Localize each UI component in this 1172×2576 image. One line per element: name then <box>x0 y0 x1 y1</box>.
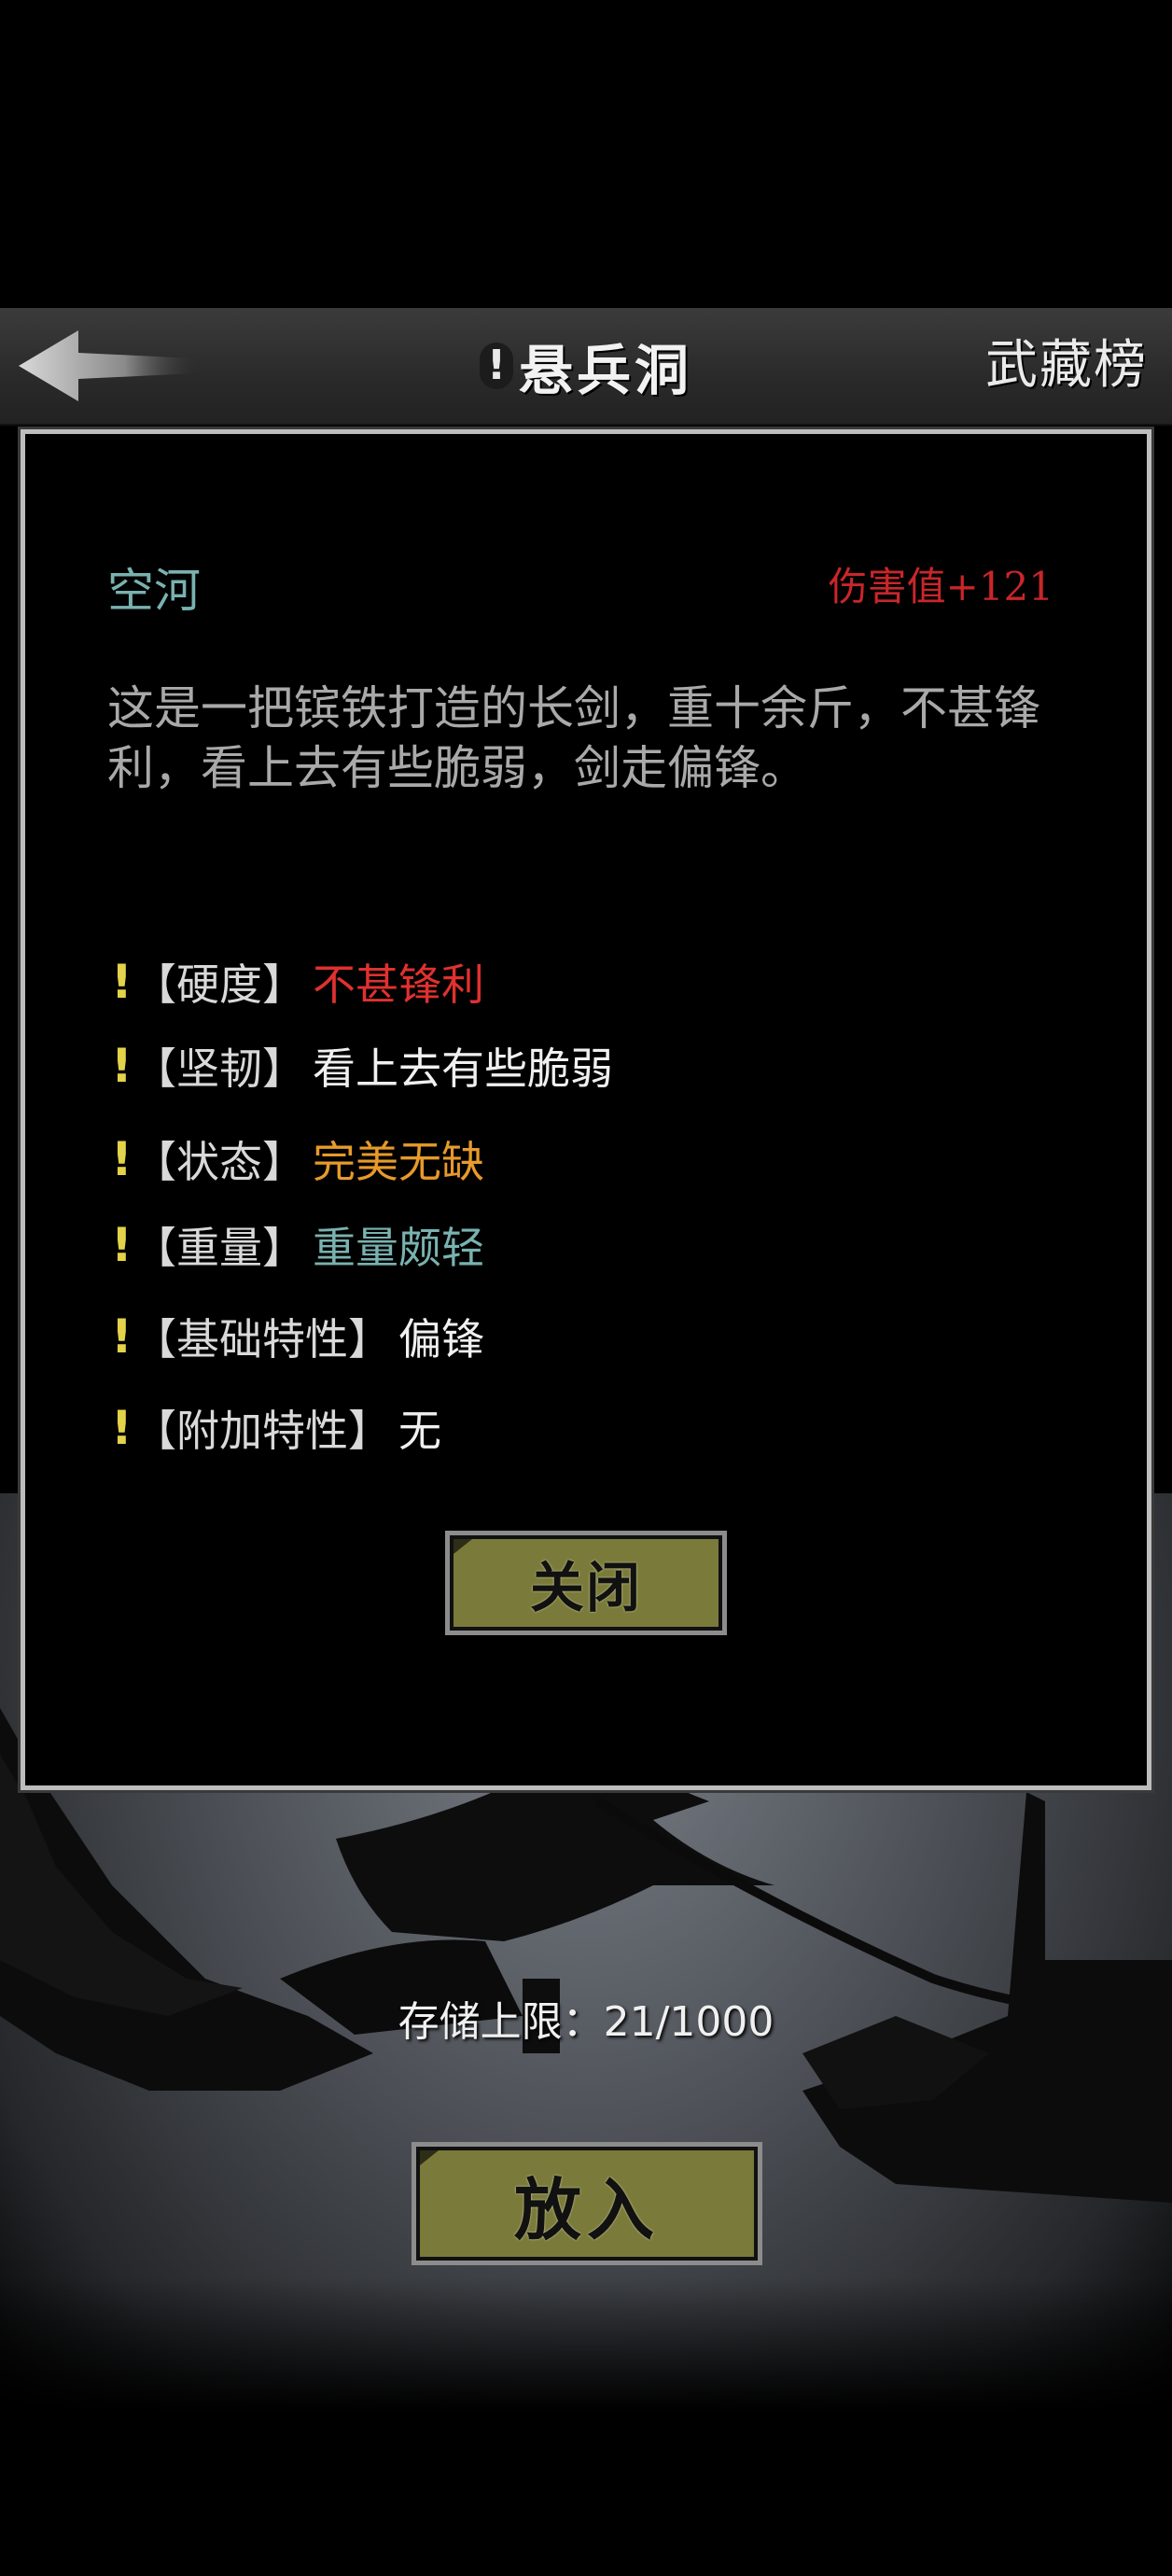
attribute-label: 【基础特性】 <box>133 1314 391 1365</box>
bottom-fade <box>0 2277 1172 2576</box>
attribute-value: 偏锋 <box>398 1314 484 1365</box>
exclamation-icon: ! <box>111 1039 133 1093</box>
attribute-value: 无 <box>398 1406 441 1456</box>
alert-icon: ! <box>479 343 513 389</box>
storage-limit-text: 存储上限：21/1000 <box>398 1998 774 2046</box>
attribute-label: 【坚韧】 <box>133 1043 305 1094</box>
attribute-value: 重量颇轻 <box>313 1223 484 1273</box>
attribute-label: 【附加特性】 <box>133 1406 391 1456</box>
attribute-value: 完美无缺 <box>313 1137 484 1187</box>
exclamation-icon: ! <box>111 1132 133 1186</box>
attribute-row-condition: ! 【状态】 完美无缺 <box>111 1127 484 1192</box>
exclamation-icon: ! <box>111 1309 133 1364</box>
close-button-label: 关闭 <box>529 1556 642 1619</box>
item-damage: 伤害值+121 <box>828 564 1053 609</box>
exclamation-icon: ! <box>111 1401 133 1455</box>
attribute-row-base-trait: ! 【基础特性】 偏锋 <box>111 1304 484 1369</box>
attribute-row-extra-trait: ! 【附加特性】 无 <box>111 1395 441 1461</box>
attribute-row-hardness: ! 【硬度】 不甚锋利 <box>111 949 484 1015</box>
put-in-button-label: 放入 <box>513 2170 660 2249</box>
page-title: 悬兵洞 <box>518 339 692 402</box>
exclamation-icon: ! <box>111 1218 133 1272</box>
item-name: 空河 <box>107 564 201 618</box>
item-detail-panel: 空河 伤害值+121 这是一把镔铁打造的长剑，重十余斤，不甚锋利，看上去有些脆弱… <box>18 427 1154 1793</box>
header-bar: ! 悬兵洞 武藏榜 <box>0 308 1172 426</box>
exclamation-icon: ! <box>111 955 133 1009</box>
close-button[interactable]: 关闭 <box>445 1531 727 1635</box>
attribute-label: 【硬度】 <box>133 959 305 1010</box>
item-description: 这是一把镔铁打造的长剑，重十余斤，不甚锋利，看上去有些脆弱，剑走偏锋。 <box>107 681 1040 795</box>
ranking-link[interactable]: 武藏榜 <box>985 330 1148 401</box>
attribute-value: 看上去有些脆弱 <box>313 1043 613 1094</box>
put-in-button[interactable]: 放入 <box>412 2142 762 2265</box>
attribute-row-toughness: ! 【坚韧】 看上去有些脆弱 <box>111 1033 613 1099</box>
attribute-value: 不甚锋利 <box>313 959 484 1010</box>
attribute-label: 【状态】 <box>133 1137 305 1187</box>
attribute-label: 【重量】 <box>133 1223 305 1273</box>
attribute-row-weight: ! 【重量】 重量颇轻 <box>111 1212 484 1278</box>
game-screen: ! 悬兵洞 武藏榜 空河 伤害值+121 这是一把镔铁打造的长剑，重十余斤，不甚… <box>0 0 1172 2576</box>
